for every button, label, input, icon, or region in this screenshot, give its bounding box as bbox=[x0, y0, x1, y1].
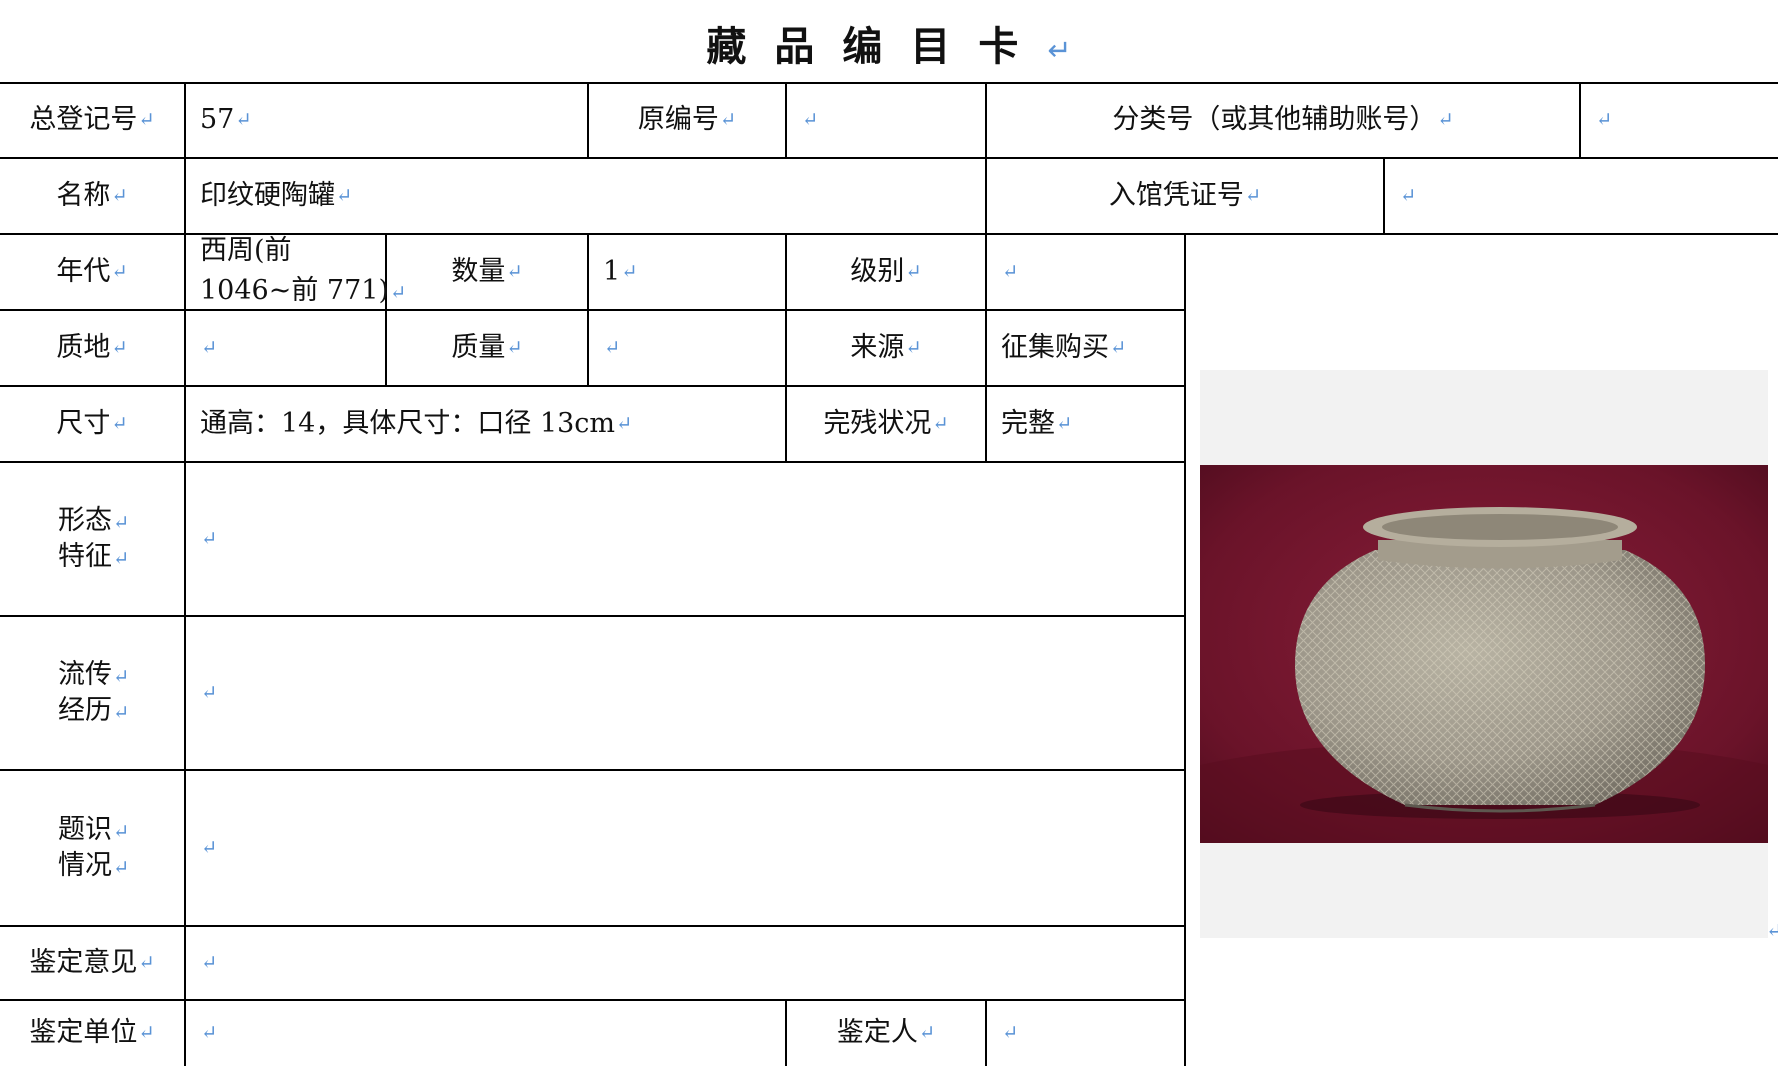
condition-label: 完残状况 ↵ bbox=[823, 407, 949, 439]
class-no-value[interactable]: ↵ bbox=[1581, 84, 1778, 157]
inscription-value[interactable]: ↵ bbox=[186, 771, 1184, 925]
appraisal-unit-value[interactable]: ↵ bbox=[186, 1001, 785, 1066]
condition-value[interactable]: 完整 ↵ bbox=[987, 387, 1184, 461]
inscription-label-line2: 情况↵ bbox=[58, 850, 130, 881]
provenance-label-line2: 经历↵ bbox=[58, 695, 130, 726]
appraisal-opinion-label: 鉴定意见 ↵ bbox=[29, 946, 155, 978]
card-title: 藏品编目卡↵ bbox=[706, 24, 1072, 70]
total-reg-no-value[interactable]: 57 ↵ bbox=[186, 84, 587, 157]
entry-voucher-value[interactable]: ↵ bbox=[1385, 159, 1778, 233]
artifact-photo bbox=[1200, 465, 1768, 843]
morphology-label-line1: 形态↵ bbox=[58, 504, 130, 536]
rule-table-right bbox=[1184, 233, 1186, 1066]
name-label: 名称 ↵ bbox=[56, 179, 128, 211]
grade-label: 级别 ↵ bbox=[850, 255, 922, 287]
material-value[interactable]: ↵ bbox=[186, 311, 385, 385]
total-reg-no-label: 总登记号 ↵ bbox=[29, 104, 155, 136]
inscription-label: 题识↵ 情况↵ bbox=[58, 771, 184, 925]
quantity-label: 数量 ↵ bbox=[451, 255, 523, 287]
morphology-label-line2: 特征↵ bbox=[58, 541, 130, 572]
weight-value[interactable]: ↵ bbox=[589, 311, 785, 385]
appraisal-opinion-value[interactable]: ↵ bbox=[186, 927, 1184, 999]
entry-voucher-label: 入馆凭证号 ↵ bbox=[1108, 179, 1262, 211]
appraiser-value[interactable]: ↵ bbox=[987, 1001, 1184, 1066]
original-no-label: 原编号 ↵ bbox=[637, 104, 737, 136]
era-value[interactable]: 西周(前 1046~前 771)↵ bbox=[186, 235, 406, 309]
class-no-label: 分类号（或其他辅助账号） ↵ bbox=[1112, 104, 1454, 136]
era-label: 年代 ↵ bbox=[56, 255, 128, 287]
era-value-line1: 西周(前 bbox=[200, 235, 292, 266]
photo-return-mark: ↵ bbox=[1766, 918, 1778, 942]
grade-value[interactable]: ↵ bbox=[987, 235, 1184, 309]
morphology-value[interactable]: ↵ bbox=[186, 463, 1184, 615]
provenance-value[interactable]: ↵ bbox=[186, 617, 1184, 769]
quantity-value[interactable]: 1 ↵ bbox=[589, 235, 785, 309]
appraiser-label: 鉴定人 ↵ bbox=[836, 1017, 936, 1049]
name-value[interactable]: 印纹硬陶罐 ↵ bbox=[186, 159, 985, 233]
source-label: 来源 ↵ bbox=[850, 331, 922, 363]
weight-label: 质量 ↵ bbox=[451, 331, 523, 363]
size-value[interactable]: 通高：14，具体尺寸：口径 13cm ↵ bbox=[186, 387, 785, 461]
provenance-label: 流传↵ 经历↵ bbox=[58, 617, 184, 769]
source-value[interactable]: 征集购买 ↵ bbox=[987, 311, 1184, 385]
material-label: 质地 ↵ bbox=[56, 331, 128, 363]
size-label: 尺寸 ↵ bbox=[56, 407, 128, 439]
appraisal-unit-label: 鉴定单位 ↵ bbox=[29, 1017, 155, 1049]
provenance-label-line1: 流传↵ bbox=[58, 658, 130, 690]
morphology-label: 形态↵ 特征↵ bbox=[58, 463, 184, 615]
era-value-line2: 1046~前 771)↵ bbox=[200, 275, 407, 306]
original-no-value[interactable]: ↵ bbox=[787, 84, 985, 157]
inscription-label-line1: 题识↵ bbox=[58, 813, 130, 845]
